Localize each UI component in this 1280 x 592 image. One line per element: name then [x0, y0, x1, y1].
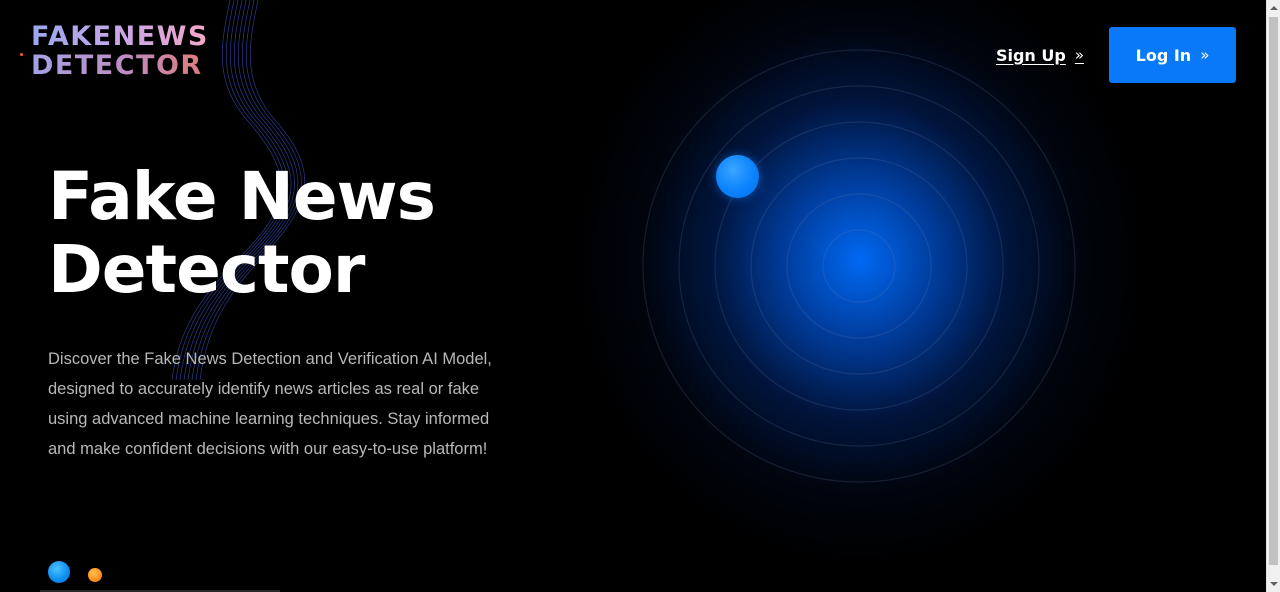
logo-accent-dot	[20, 53, 23, 56]
double-chevron-right-icon: »	[1200, 45, 1210, 64]
orange-dot-decoration	[88, 568, 102, 582]
hero-title: Fake News Detector	[48, 158, 436, 308]
logo-line2: DETECTOR	[31, 51, 209, 80]
scroll-up-arrow-icon[interactable]	[1267, 0, 1280, 16]
blue-glow-backdrop	[560, 0, 1160, 580]
hero-title-line2: Detector	[48, 231, 365, 308]
top-nav: Sign Up » Log In »	[996, 27, 1236, 83]
sign-up-label: Sign Up	[995, 45, 1066, 65]
log-in-button[interactable]: Log In »	[1109, 27, 1236, 83]
sign-up-link[interactable]: Sign Up »	[996, 46, 1084, 65]
log-in-label: Log In	[1135, 45, 1192, 65]
logo-line1: FAKENEWS	[31, 21, 209, 52]
hero-title-line1: Fake News	[48, 158, 436, 235]
blue-orb-decoration	[716, 155, 759, 198]
hero-description: Discover the Fake News Detection and Ver…	[48, 350, 492, 458]
site-logo[interactable]: FAKENEWS DETECTOR	[31, 22, 209, 80]
landing-page: FAKENEWS DETECTOR Sign Up » Log In » Fak…	[0, 0, 1266, 592]
scrollbar-thumb[interactable]	[1269, 17, 1278, 565]
double-chevron-right-icon: »	[1074, 45, 1084, 64]
scroll-down-arrow-icon[interactable]	[1267, 576, 1280, 592]
vertical-scrollbar[interactable]	[1266, 0, 1280, 592]
blue-dot-decoration	[48, 561, 70, 583]
